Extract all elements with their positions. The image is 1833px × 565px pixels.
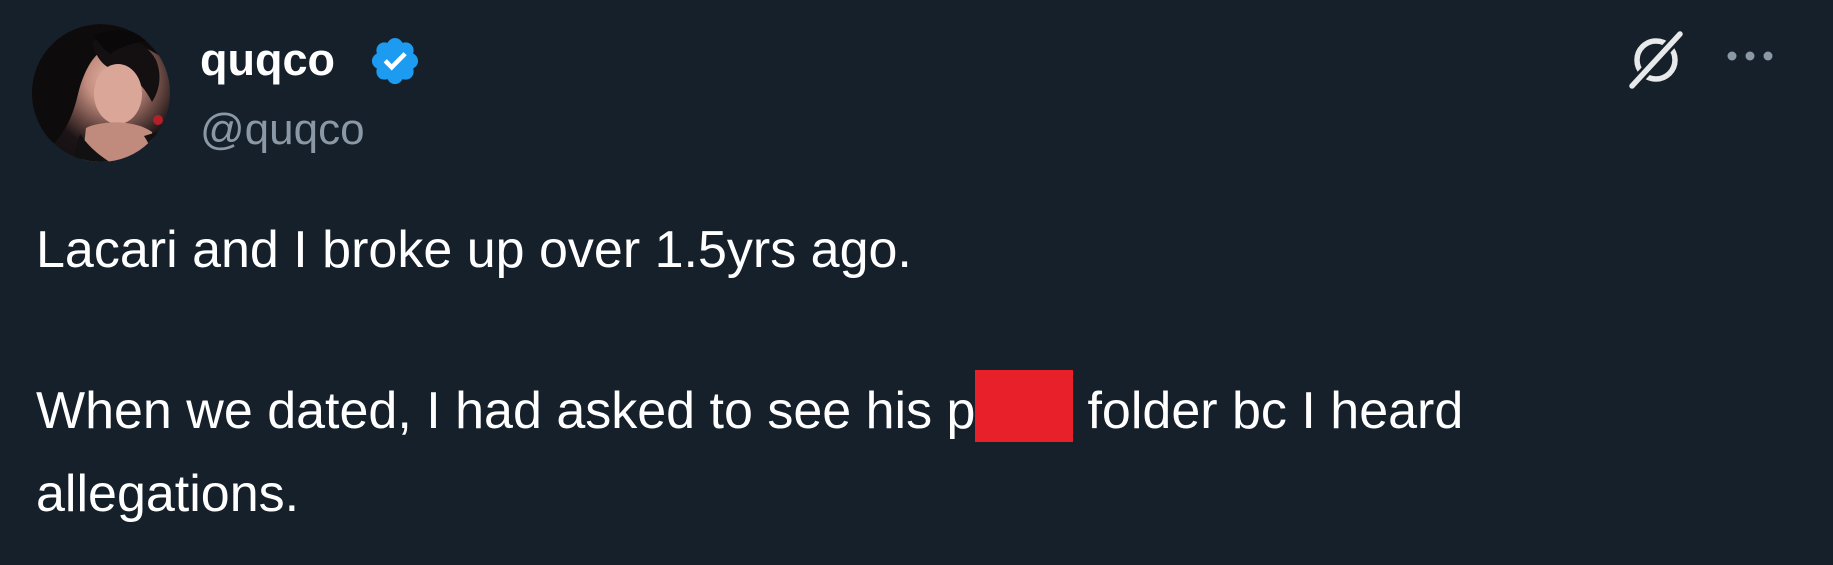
tweet-text-after-redaction: folder bc I heard	[1087, 382, 1464, 440]
user-handle[interactable]: @quqco	[200, 102, 365, 158]
display-name[interactable]: quqco	[200, 30, 335, 90]
verified-badge-icon	[371, 37, 419, 85]
tweet-text-line-3: allegations.	[36, 465, 300, 523]
avatar[interactable]	[32, 24, 170, 162]
tweet-card: quqco @quqco Lacari and I broke up over …	[0, 0, 1833, 565]
avatar-image	[32, 24, 170, 162]
redaction-box	[975, 370, 1074, 442]
grok-icon[interactable]	[1622, 26, 1690, 94]
tweet-text-line-1: Lacari and I broke up over 1.5yrs ago.	[36, 221, 912, 279]
more-horizontal-icon[interactable]	[1722, 36, 1778, 76]
tweet-text-before-redaction: When we dated, I had asked to see his p	[36, 382, 976, 440]
tweet-text-line-2: When we dated, I had asked to see his p f…	[36, 370, 1463, 449]
